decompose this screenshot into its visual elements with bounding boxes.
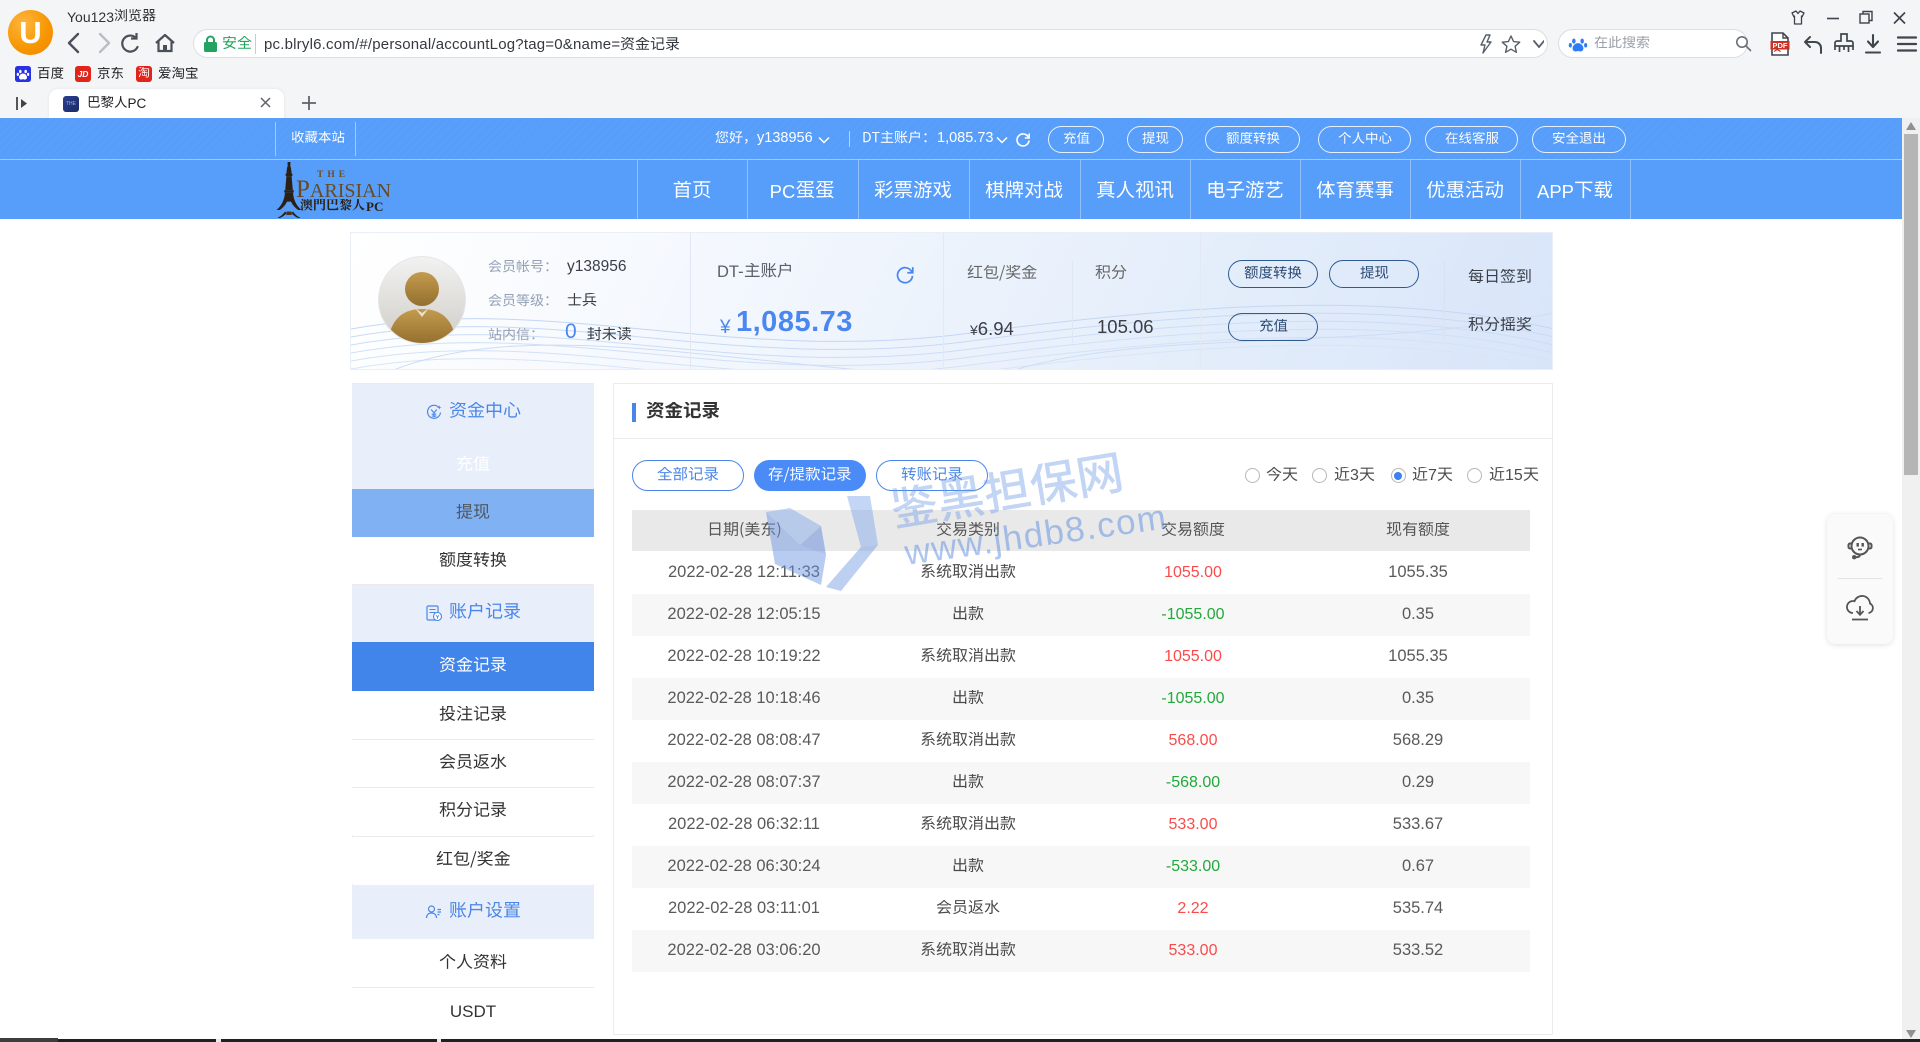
- svg-text:PDF: PDF: [1773, 41, 1788, 50]
